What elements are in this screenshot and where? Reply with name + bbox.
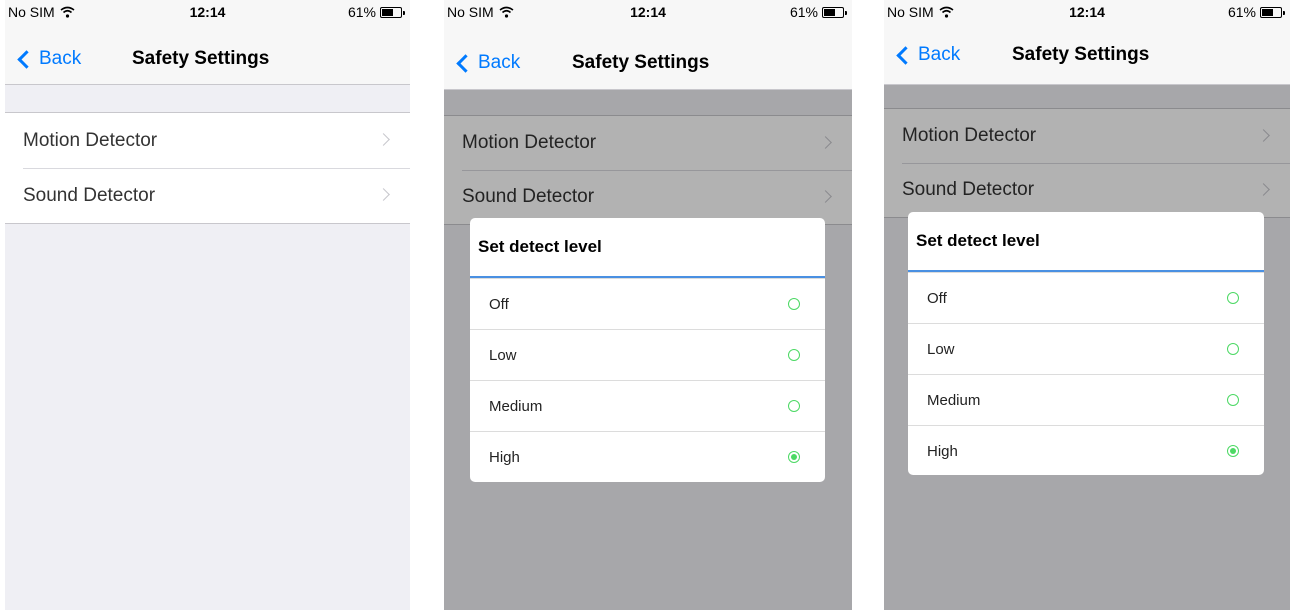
battery-icon (822, 6, 847, 18)
radio-icon (788, 400, 800, 412)
battery-fill (382, 8, 393, 16)
screen-detect-level-dialog: No SIM 12:14 61% Back Safety Settings Mo… (444, 0, 852, 610)
settings-list: Motion Detector Sound Detector (5, 112, 410, 224)
battery-fill (824, 8, 835, 16)
option-label: Medium (927, 391, 981, 409)
dialog-title: Set detect level (908, 212, 1264, 272)
radio-icon (1227, 292, 1239, 304)
option-high[interactable]: High (470, 431, 825, 482)
radio-icon (1227, 343, 1239, 355)
radio-icon (788, 298, 800, 310)
page-title: Safety Settings (132, 48, 270, 69)
navigation-header: No SIM 12:14 61% Back Safety Settings (444, 0, 852, 90)
battery-icon (1260, 6, 1285, 18)
status-bar: No SIM 12:14 61% (444, 0, 852, 22)
option-low[interactable]: Low (470, 329, 825, 380)
page-title: Safety Settings (1012, 44, 1150, 65)
screen-settings-list: No SIM 12:14 61% Back Safety Settings Mo… (5, 0, 410, 610)
option-off[interactable]: Off (908, 272, 1264, 323)
detect-level-dialog: Set detect level Off Low Medium High (908, 212, 1264, 475)
chevron-left-icon (17, 49, 36, 69)
dialog-title: Set detect level (470, 218, 825, 278)
option-label: Low (489, 346, 517, 364)
option-label: Medium (489, 397, 543, 415)
back-button[interactable]: Back (894, 44, 960, 66)
back-button[interactable]: Back (15, 48, 81, 70)
back-label: Back (478, 52, 521, 73)
battery-fill (1262, 8, 1273, 16)
radio-icon (1227, 394, 1239, 406)
option-medium[interactable]: Medium (908, 374, 1264, 425)
page-title: Safety Settings (572, 52, 710, 73)
chevron-left-icon (896, 45, 915, 65)
option-low[interactable]: Low (908, 323, 1264, 374)
chevron-right-icon (377, 133, 390, 146)
option-off[interactable]: Off (470, 278, 825, 329)
battery-percent: 61% (347, 4, 376, 20)
option-label: High (489, 448, 520, 466)
battery-percent: 61% (789, 4, 818, 20)
option-medium[interactable]: Medium (470, 380, 825, 431)
option-high[interactable]: High (908, 425, 1264, 475)
chevron-left-icon (456, 53, 475, 73)
navigation-header: No SIM 12:14 61% Back Safety Settings (884, 0, 1290, 85)
battery-percent: 61% (1227, 4, 1256, 20)
battery-icon (380, 6, 405, 18)
battery-indicator: 61% (789, 4, 847, 20)
option-label: High (927, 442, 958, 460)
battery-indicator: 61% (347, 4, 405, 20)
option-label: Off (927, 289, 947, 307)
navigation-header: No SIM 12:14 61% Back Safety Settings (5, 0, 410, 85)
back-label: Back (39, 48, 82, 69)
settings-item-label: Sound Detector (23, 184, 156, 206)
status-bar: No SIM 12:14 61% (5, 0, 410, 22)
radio-icon (788, 451, 800, 463)
detect-level-dialog: Set detect level Off Low Medium High (470, 218, 825, 482)
option-label: Off (489, 295, 509, 313)
back-button[interactable]: Back (454, 52, 520, 74)
battery-indicator: 61% (1227, 4, 1285, 20)
settings-item-motion-detector[interactable]: Motion Detector (5, 113, 410, 168)
chevron-right-icon (377, 188, 390, 201)
settings-item-label: Motion Detector (23, 129, 158, 151)
option-label: Low (927, 340, 955, 358)
status-bar: No SIM 12:14 61% (884, 0, 1290, 22)
settings-item-sound-detector[interactable]: Sound Detector (5, 168, 410, 223)
screen-detect-level-dialog-alt: No SIM 12:14 61% Back Safety Settings Mo… (884, 0, 1290, 610)
back-label: Back (918, 44, 961, 65)
radio-icon (1227, 445, 1239, 457)
radio-icon (788, 349, 800, 361)
